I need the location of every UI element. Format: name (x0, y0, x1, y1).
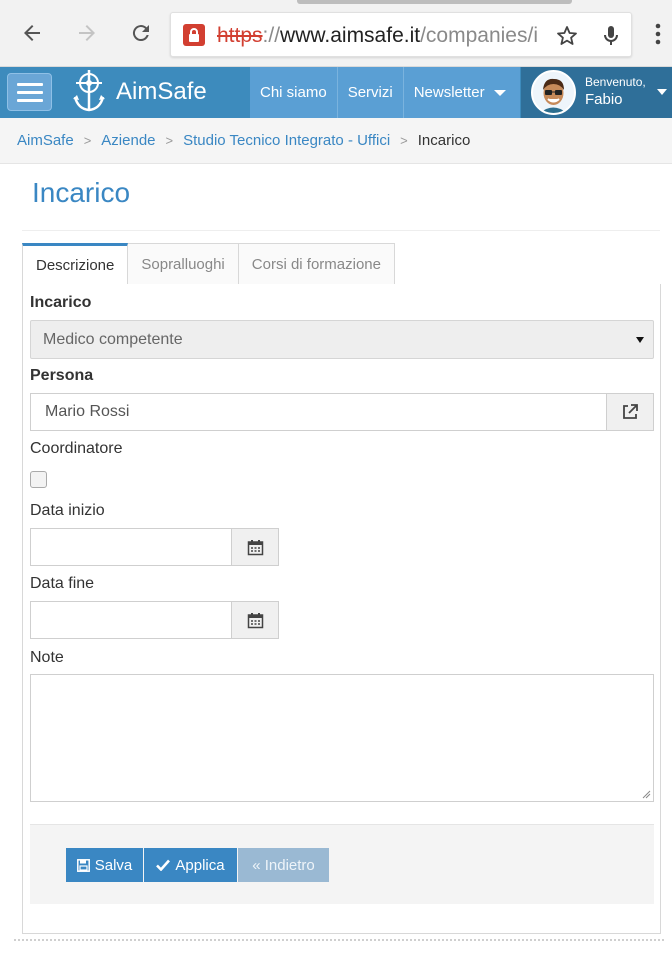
open-external-button[interactable] (606, 393, 654, 431)
breadcrumb-current: Incarico (417, 132, 471, 149)
tab-corsi-di-formazione[interactable]: Corsi di formazione (237, 243, 395, 285)
chevron-down-icon (493, 89, 506, 96)
save-button[interactable]: Salva (66, 848, 143, 882)
resize-grip-icon[interactable] (642, 790, 651, 799)
breadcrumb: AimSafe > Aziende > Studio Tecnico Integ… (0, 118, 672, 164)
breadcrumb-separator: > (165, 133, 174, 148)
note-label: Note (30, 649, 64, 666)
data-inizio-label: Data inizio (30, 502, 105, 519)
menu-item-newsletter[interactable]: Newsletter (404, 67, 516, 118)
coordinatore-checkbox[interactable] (30, 471, 47, 488)
floppy-disk-icon (76, 858, 90, 872)
url-separator: :// (262, 24, 281, 47)
data-fine-label: Data fine (30, 575, 95, 592)
mic-icon[interactable] (599, 24, 623, 48)
save-button-label: Salva (94, 856, 133, 874)
app-header: AimSafe Chi siamo Servizi Newsletter Ben… (0, 67, 672, 118)
user-name: Fabio (585, 91, 623, 108)
user-greeting: Benvenuto, (585, 75, 646, 89)
tab-bar: Descrizione Sopralluoghi Corsi di formaz… (22, 243, 395, 285)
incarico-select-value: Medico competente (43, 331, 183, 348)
anchor-target-logo-icon[interactable] (70, 69, 108, 115)
lock-icon[interactable] (183, 24, 205, 46)
url-scheme: https (217, 24, 263, 47)
menu-item-servizi[interactable]: Servizi (338, 67, 404, 118)
back-icon[interactable] (17, 18, 47, 48)
data-inizio-input[interactable] (30, 528, 233, 566)
breadcrumb-separator: > (83, 133, 92, 148)
calendar-icon (247, 612, 263, 628)
external-link-icon (623, 404, 638, 419)
breadcrumb-item-aziende[interactable]: Aziende (101, 132, 155, 149)
hamburger-menu-icon[interactable] (7, 73, 52, 111)
data-fine-input[interactable] (30, 601, 233, 639)
incarico-select[interactable]: Medico competente (30, 320, 654, 359)
page-title: Incarico (32, 177, 131, 208)
breadcrumb-item-aimsafe[interactable]: AimSafe (17, 132, 74, 149)
menu-item-newsletter-label: Newsletter (413, 84, 485, 101)
calendar-icon (247, 539, 263, 555)
dropdown-arrow-icon (636, 337, 644, 343)
data-inizio-calendar-button[interactable] (231, 528, 279, 566)
chevron-down-icon (657, 89, 667, 95)
brand-name[interactable]: AimSafe (116, 77, 207, 107)
url-text[interactable]: https://www.aimsafe.it/companies/i (217, 22, 547, 50)
url-path: /companies/i (420, 24, 538, 47)
main-menu: Chi siamo Servizi Newsletter (250, 67, 520, 118)
apply-button[interactable]: Applica (144, 848, 237, 882)
checkmark-icon (156, 859, 171, 871)
reload-icon[interactable] (126, 18, 156, 48)
menu-item-chi-siamo[interactable]: Chi siamo (250, 67, 338, 118)
incarico-label: Incarico (30, 294, 92, 311)
persona-input[interactable]: Mario Rossi (30, 393, 607, 431)
breadcrumb-item-company[interactable]: Studio Tecnico Integrato - Uffici (183, 132, 390, 149)
coordinatore-label: Coordinatore (30, 440, 123, 457)
persona-label: Persona (30, 367, 94, 384)
address-bar[interactable]: https://www.aimsafe.it/companies/i (170, 12, 632, 57)
tab-sopralluoghi[interactable]: Sopralluoghi (127, 243, 239, 285)
more-icon[interactable] (648, 21, 668, 47)
back-button[interactable]: « Indietro (238, 848, 329, 882)
apply-button-label: Applica (175, 856, 225, 874)
divider (22, 230, 660, 231)
avatar[interactable] (531, 70, 576, 115)
tab-indicator (297, 0, 572, 4)
user-menu[interactable]: Benvenuto, Fabio (521, 67, 672, 118)
browser-toolbar: https://www.aimsafe.it/companies/i (0, 0, 672, 67)
breadcrumb-separator: > (400, 133, 408, 148)
star-icon[interactable] (555, 24, 579, 48)
note-textarea[interactable] (30, 674, 654, 802)
divider (14, 939, 664, 941)
forward-icon[interactable] (72, 18, 102, 48)
tab-descrizione[interactable]: Descrizione (22, 243, 129, 285)
data-fine-calendar-button[interactable] (231, 601, 279, 639)
url-host: www.aimsafe.it (280, 24, 421, 47)
